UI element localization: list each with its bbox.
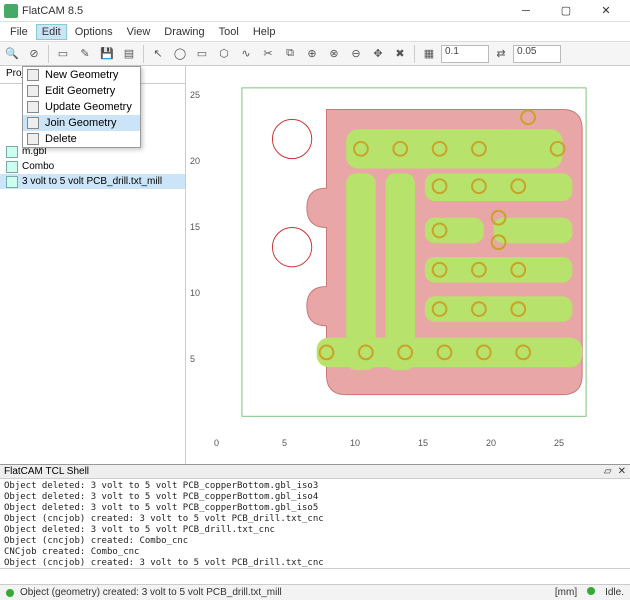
- mi-delete[interactable]: Delete: [23, 131, 140, 147]
- new-geometry-icon[interactable]: ▭: [53, 44, 73, 64]
- menu-tool[interactable]: Tool: [213, 24, 245, 40]
- geometry-icon: [6, 161, 18, 173]
- status-units: [mm]: [555, 587, 577, 598]
- menu-edit[interactable]: Edit: [36, 24, 67, 40]
- mi-label: Delete: [45, 133, 77, 145]
- status-message: Object (geometry) created: 3 volt to 5 v…: [20, 587, 282, 598]
- status-led-icon: [6, 589, 14, 597]
- circle-icon[interactable]: ◯: [170, 44, 190, 64]
- x-tick: 0: [214, 438, 219, 448]
- y-tick: 25: [190, 90, 200, 100]
- link-icon[interactable]: ⇄: [491, 44, 511, 64]
- shell-input[interactable]: [0, 569, 630, 584]
- move-icon[interactable]: ✥: [368, 44, 388, 64]
- x-tick: 15: [418, 438, 428, 448]
- intersect-icon[interactable]: ⊗: [324, 44, 344, 64]
- mi-new-geometry[interactable]: New Geometry: [23, 67, 140, 83]
- new-geometry-icon: [27, 69, 39, 81]
- union-icon[interactable]: ⊕: [302, 44, 322, 64]
- plot-area: [210, 80, 620, 434]
- statusbar: Object (geometry) created: 3 volt to 5 v…: [0, 584, 630, 600]
- update-geometry-icon: [27, 101, 39, 113]
- mi-label: Update Geometry: [45, 101, 132, 113]
- x-tick: 20: [486, 438, 496, 448]
- minimize-button[interactable]: ─: [506, 0, 546, 22]
- rect-icon[interactable]: ▭: [192, 44, 212, 64]
- plot-canvas[interactable]: 25 20 15 10 5 0 5 10 15 20 25: [186, 66, 630, 464]
- delete-layer-icon[interactable]: ▤: [119, 44, 139, 64]
- delete-icon: [27, 133, 39, 145]
- x-tick: 5: [282, 438, 287, 448]
- delete-icon[interactable]: ✖: [390, 44, 410, 64]
- close-button[interactable]: ✕: [586, 0, 626, 22]
- mi-join-geometry[interactable]: Join Geometry: [23, 115, 140, 131]
- menubar: File Edit Options View Drawing Tool Help: [0, 22, 630, 42]
- tree-item-label: Combo: [22, 161, 54, 172]
- menu-help[interactable]: Help: [247, 24, 282, 40]
- path-icon[interactable]: ∿: [236, 44, 256, 64]
- copy-icon[interactable]: ⧉: [280, 44, 300, 64]
- edit-geometry-icon: [27, 85, 39, 97]
- tree-item[interactable]: Combo: [0, 159, 185, 174]
- separator: [414, 45, 415, 63]
- mi-update-geometry[interactable]: Update Geometry: [23, 99, 140, 115]
- y-tick: 5: [190, 354, 195, 364]
- subtract-icon[interactable]: ⊖: [346, 44, 366, 64]
- y-tick: 15: [190, 222, 200, 232]
- app-icon: [4, 4, 18, 18]
- mi-edit-geometry[interactable]: Edit Geometry: [23, 83, 140, 99]
- shell-input-row: [0, 568, 630, 584]
- tcl-shell: FlatCAM TCL Shell ▱ ✕ Object deleted: 3 …: [0, 464, 630, 584]
- zoom-icon[interactable]: 🔍: [2, 44, 22, 64]
- menu-options[interactable]: Options: [69, 24, 119, 40]
- left-panel: Proj Sel Options ool New Geometry Edit G…: [0, 66, 186, 464]
- grid-y-input[interactable]: 0.05: [513, 45, 561, 63]
- y-tick: 10: [190, 288, 200, 298]
- clear-icon[interactable]: ⊘: [24, 44, 44, 64]
- cursor-icon[interactable]: ↖: [148, 44, 168, 64]
- titlebar: FlatCAM 8.5 ─ ▢ ✕: [0, 0, 630, 22]
- mi-label: Join Geometry: [45, 117, 117, 129]
- mi-label: New Geometry: [45, 69, 118, 81]
- tree-item-label: 3 volt to 5 volt PCB_drill.txt_mill: [22, 176, 162, 187]
- x-tick: 10: [350, 438, 360, 448]
- polygon-icon[interactable]: ⬡: [214, 44, 234, 64]
- shell-title-label: FlatCAM TCL Shell: [4, 466, 89, 477]
- shell-close-icon[interactable]: ✕: [618, 466, 626, 477]
- edit-geometry-icon[interactable]: ✎: [75, 44, 95, 64]
- separator: [48, 45, 49, 63]
- tree-item[interactable]: 3 volt to 5 volt PCB_drill.txt_mill: [0, 174, 185, 189]
- geometry-icon: [6, 176, 18, 188]
- save-icon[interactable]: 💾: [97, 44, 117, 64]
- toolbar: 🔍 ⊘ ▭ ✎ 💾 ▤ ↖ ◯ ▭ ⬡ ∿ ✂ ⧉ ⊕ ⊗ ⊖ ✥ ✖ ▦ 0.…: [0, 42, 630, 66]
- window-title: FlatCAM 8.5: [22, 5, 506, 17]
- edit-dropdown: New Geometry Edit Geometry Update Geomet…: [22, 66, 141, 148]
- cut-path-icon[interactable]: ✂: [258, 44, 278, 64]
- maximize-button[interactable]: ▢: [546, 0, 586, 22]
- status-led-icon: [587, 587, 595, 595]
- main-area: Proj Sel Options ool New Geometry Edit G…: [0, 66, 630, 464]
- y-tick: 20: [190, 156, 200, 166]
- mi-label: Edit Geometry: [45, 85, 115, 97]
- shell-float-icon[interactable]: ▱: [604, 466, 612, 477]
- x-tick: 25: [554, 438, 564, 448]
- menu-drawing[interactable]: Drawing: [158, 24, 210, 40]
- gerber-icon: [6, 146, 18, 158]
- separator: [143, 45, 144, 63]
- grid-icon[interactable]: ▦: [419, 44, 439, 64]
- menu-file[interactable]: File: [4, 24, 34, 40]
- shell-output[interactable]: Object deleted: 3 volt to 5 volt PCB_cop…: [0, 479, 630, 568]
- shell-titlebar: FlatCAM TCL Shell ▱ ✕: [0, 465, 630, 479]
- status-state: Idle.: [605, 587, 624, 598]
- menu-view[interactable]: View: [121, 24, 157, 40]
- grid-x-input[interactable]: 0.1: [441, 45, 489, 63]
- join-geometry-icon: [27, 117, 39, 129]
